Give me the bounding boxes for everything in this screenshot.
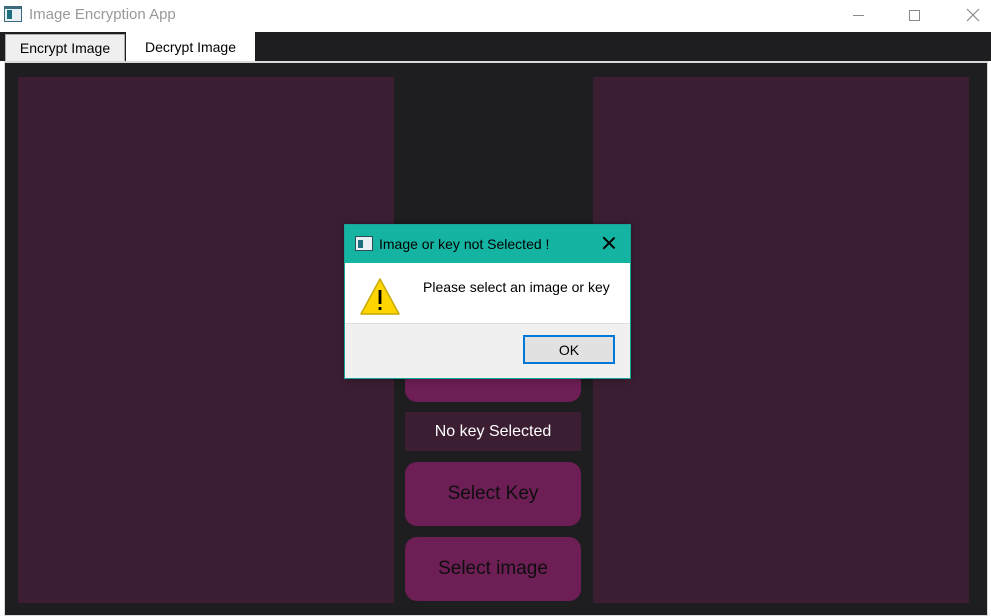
result-image-panel xyxy=(593,77,969,603)
dialog-title: Image or key not Selected ! xyxy=(379,236,550,252)
source-image-panel xyxy=(18,77,394,603)
dialog-message: Please select an image or key xyxy=(423,279,610,295)
select-key-button[interactable]: Select Key xyxy=(405,462,581,526)
app-window-icon xyxy=(4,6,22,22)
error-dialog: Image or key not Selected ! Please selec… xyxy=(344,224,631,379)
window-title-bar: Image Encryption App xyxy=(0,0,991,32)
dialog-title-bar: Image or key not Selected ! xyxy=(345,225,630,263)
dialog-close-icon[interactable] xyxy=(600,234,618,252)
tab-strip: Encrypt Image Decrypt Image xyxy=(0,32,991,61)
maximize-button[interactable] xyxy=(891,0,937,30)
tab-decrypt-image[interactable]: Decrypt Image xyxy=(126,32,255,61)
key-status-label: No key Selected xyxy=(405,412,581,451)
close-window-button[interactable] xyxy=(950,0,991,30)
dialog-app-icon xyxy=(355,236,373,251)
warning-icon xyxy=(360,278,400,315)
minimize-icon xyxy=(852,14,864,16)
maximize-icon xyxy=(908,9,920,21)
dialog-footer: OK xyxy=(345,323,630,378)
minimize-button[interactable] xyxy=(835,0,881,30)
close-icon xyxy=(966,8,980,22)
window-title: Image Encryption App xyxy=(29,6,176,23)
ok-button[interactable]: OK xyxy=(523,335,615,364)
select-image-button[interactable]: Select image xyxy=(405,537,581,601)
tab-encrypt-image[interactable]: Encrypt Image xyxy=(5,34,125,61)
